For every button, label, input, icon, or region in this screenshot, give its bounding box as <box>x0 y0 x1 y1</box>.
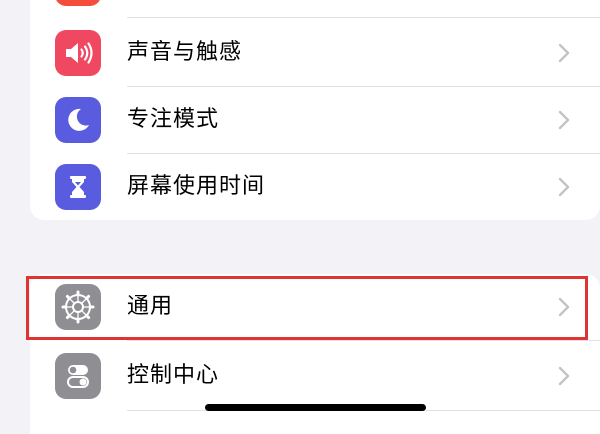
separator <box>127 17 600 18</box>
moon-icon <box>55 97 101 143</box>
settings-row-partial[interactable] <box>30 0 600 16</box>
chevron-right-icon <box>558 297 570 317</box>
settings-row-sounds[interactable]: 声音与触感 <box>30 20 600 86</box>
chevron-right-icon <box>558 177 570 197</box>
general-label: 通用 <box>127 294 174 319</box>
sounds-label: 声音与触感 <box>127 40 243 65</box>
screen-time-label: 屏幕使用时间 <box>127 174 266 199</box>
separator <box>127 340 600 341</box>
chevron-right-icon <box>558 43 570 63</box>
control-center-label: 控制中心 <box>127 363 220 388</box>
hourglass-icon <box>55 164 101 210</box>
settings-group-top: 声音与触感 专注模式 屏幕使用时间 <box>30 0 600 220</box>
settings-row-general[interactable]: 通用 <box>30 274 600 340</box>
home-indicator[interactable] <box>205 404 426 411</box>
chevron-right-icon <box>558 366 570 386</box>
red-app-icon <box>55 0 101 6</box>
speaker-wave-icon <box>55 30 101 76</box>
settings-row-screen-time[interactable]: 屏幕使用时间 <box>30 154 600 220</box>
chevron-right-icon <box>558 110 570 130</box>
focus-label: 专注模式 <box>127 107 220 132</box>
settings-row-control-center[interactable]: 控制中心 <box>30 343 600 409</box>
toggle-switches-icon <box>55 353 101 399</box>
settings-row-focus[interactable]: 专注模式 <box>30 87 600 153</box>
gear-icon <box>55 284 101 330</box>
